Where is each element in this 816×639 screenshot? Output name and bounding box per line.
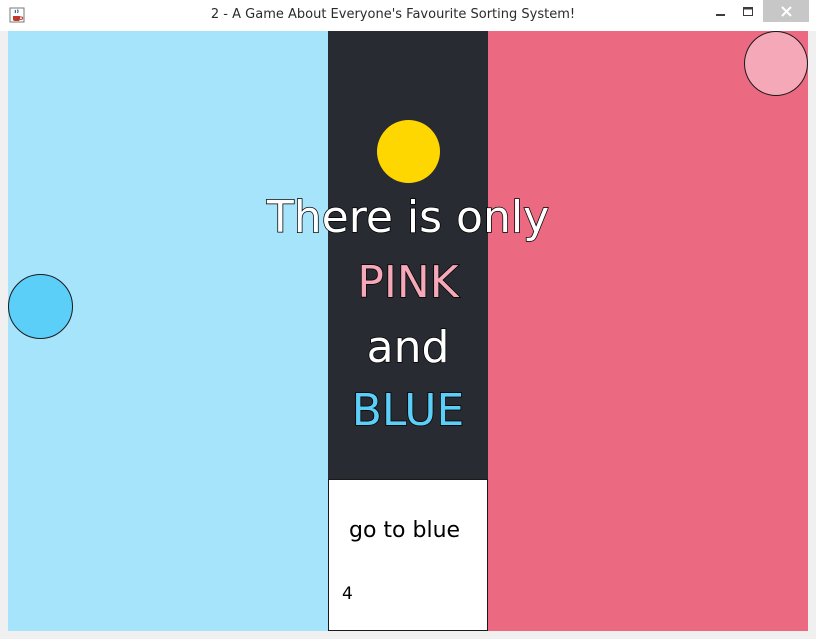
title-bar[interactable]: 2 - A Game About Everyone's Favourite So… <box>0 0 816 31</box>
game-canvas[interactable]: There is only PINK and BLUE go to blue 4 <box>8 31 808 631</box>
close-icon <box>780 2 792 21</box>
message-and: and <box>366 322 450 373</box>
instruction-text: go to blue <box>349 518 461 543</box>
maximize-icon <box>743 2 753 21</box>
minimize-icon <box>716 2 726 21</box>
window-title: 2 - A Game About Everyone's Favourite So… <box>210 7 576 22</box>
counter-value: 4 <box>342 584 353 604</box>
message-pink: PINK <box>357 257 460 308</box>
message-line-1: There is only <box>266 192 550 243</box>
game-window: 2 - A Game About Everyone's Favourite So… <box>0 0 816 639</box>
yellow-player-ball[interactable] <box>377 120 440 183</box>
maximize-button[interactable] <box>731 0 765 22</box>
message-blue: BLUE <box>351 385 465 436</box>
close-button[interactable] <box>763 0 809 22</box>
pink-ball <box>744 31 808 96</box>
instruction-panel: go to blue 4 <box>328 479 488 631</box>
